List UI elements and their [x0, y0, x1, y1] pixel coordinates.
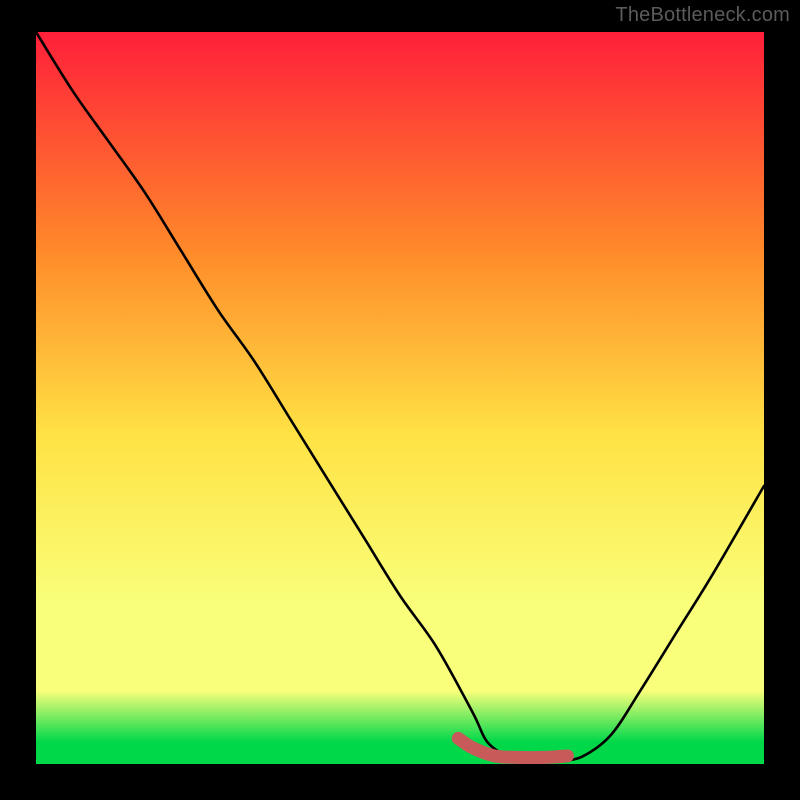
- bottleneck-chart: [36, 32, 764, 764]
- plot-area: [36, 32, 764, 764]
- gradient-background: [36, 32, 764, 764]
- chart-frame: TheBottleneck.com: [0, 0, 800, 800]
- watermark-text: TheBottleneck.com: [615, 4, 790, 27]
